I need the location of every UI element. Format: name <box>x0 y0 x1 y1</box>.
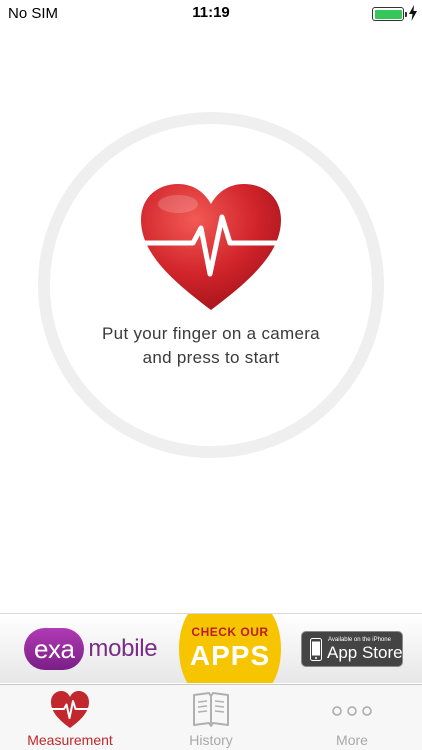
tab-history-label: History <box>189 732 233 748</box>
check-our-apps-badge: CHECK OUR APPS <box>178 614 282 683</box>
ad-banner[interactable]: exa mobile CHECK OUR APPS Available on t… <box>0 613 422 683</box>
tab-measurement-label: Measurement <box>27 732 113 748</box>
status-time: 11:19 <box>192 4 230 21</box>
instruction-text: Put your finger on a camera and press to… <box>60 322 362 370</box>
instruction-line-2: and press to start <box>142 348 280 367</box>
tab-bar: Measurement History More <box>0 684 422 750</box>
battery-level-fill <box>374 9 402 19</box>
heart-pulse-icon <box>138 184 284 310</box>
apps-badge-line-2: APPS <box>189 640 271 671</box>
exa-logo-oval: exa <box>24 628 85 670</box>
heart-pulse-icon <box>51 691 89 728</box>
iphone-icon <box>310 638 322 661</box>
apps-badge-line-1: CHECK OUR <box>191 625 269 639</box>
app-store-label: App Store <box>327 643 403 662</box>
status-bar: No SIM 11:19 <box>0 0 422 28</box>
tab-more[interactable]: More <box>282 685 422 750</box>
instruction-line-1: Put your finger on a camera <box>102 324 320 343</box>
book-icon <box>193 692 229 727</box>
battery-tip <box>404 11 407 17</box>
app-store-button[interactable]: Available on the iPhone App Store <box>301 631 403 667</box>
tab-more-label: More <box>336 732 368 748</box>
more-dots-icon <box>332 706 372 716</box>
examobile-logo: exa mobile <box>24 628 158 670</box>
charging-bolt-icon <box>409 5 417 21</box>
mobile-logo-text: mobile <box>88 635 158 662</box>
battery-icon <box>372 7 407 21</box>
tab-history[interactable]: History <box>141 685 281 750</box>
tab-measurement[interactable]: Measurement <box>0 685 140 750</box>
